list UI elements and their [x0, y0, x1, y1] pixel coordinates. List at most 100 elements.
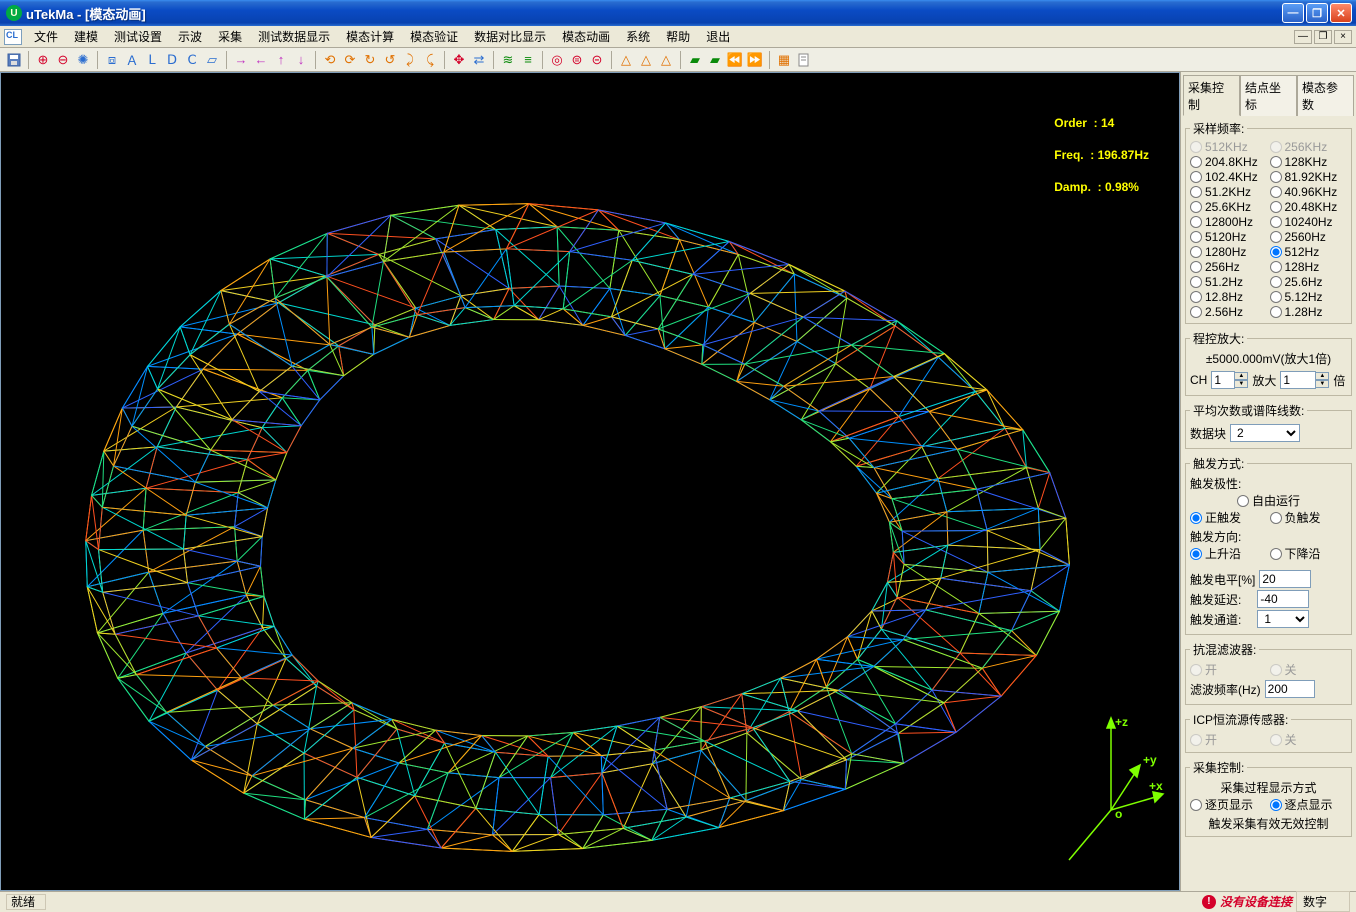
- radio-falling[interactable]: [1270, 548, 1282, 560]
- menu-file[interactable]: 文件: [26, 26, 66, 47]
- trigger-delay-input[interactable]: [1257, 590, 1309, 608]
- mdi-close-button[interactable]: ×: [1334, 30, 1352, 44]
- circle-2-icon[interactable]: ⊜: [567, 50, 587, 70]
- close-button[interactable]: ✕: [1330, 3, 1352, 23]
- forward-icon[interactable]: ⏩: [745, 50, 765, 70]
- radio-sample-rate[interactable]: 2.56Hz: [1190, 305, 1268, 319]
- radio-sample-rate[interactable]: 40.96KHz: [1270, 185, 1348, 199]
- rotate-3-icon[interactable]: ↻: [360, 50, 380, 70]
- save-icon[interactable]: [4, 50, 24, 70]
- tri-2-icon[interactable]: △: [636, 50, 656, 70]
- rewind-icon[interactable]: ⏪: [725, 50, 745, 70]
- radio-rising[interactable]: [1190, 548, 1202, 560]
- tool-4-icon[interactable]: Ⅾ: [162, 50, 182, 70]
- radio-free-run[interactable]: [1237, 495, 1249, 507]
- radio-neg-trigger[interactable]: [1270, 512, 1282, 524]
- spin-down-icon[interactable]: ▼: [1315, 380, 1329, 388]
- arrow-left-icon[interactable]: ←: [251, 50, 271, 70]
- radio-sample-rate[interactable]: 128Hz: [1270, 260, 1348, 274]
- rotate-2-icon[interactable]: ⟳: [340, 50, 360, 70]
- tool-3-icon[interactable]: Ⅼ: [142, 50, 162, 70]
- aa-freq-input[interactable]: [1265, 680, 1315, 698]
- rotate-1-icon[interactable]: ⟲: [320, 50, 340, 70]
- radio-sample-rate[interactable]: 51.2Hz: [1190, 275, 1268, 289]
- tri-1-icon[interactable]: △: [616, 50, 636, 70]
- radio-sample-rate[interactable]: 81.92KHz: [1270, 170, 1348, 184]
- trigger-level-input[interactable]: [1259, 570, 1311, 588]
- radio-sample-rate[interactable]: 25.6KHz: [1190, 200, 1268, 214]
- tool-6-icon[interactable]: ⏥: [202, 50, 222, 70]
- radio-sample-rate[interactable]: 512Hz: [1270, 245, 1348, 259]
- radio-pos-trigger[interactable]: [1190, 512, 1202, 524]
- mdi-restore-button[interactable]: ❐: [1314, 30, 1332, 44]
- play-prev-icon[interactable]: ▰: [685, 50, 705, 70]
- spin-down-icon[interactable]: ▼: [1234, 380, 1248, 388]
- tool-5-icon[interactable]: Ⅽ: [182, 50, 202, 70]
- tab-acquire-control[interactable]: 采集控制: [1183, 75, 1240, 116]
- lines-1-icon[interactable]: ≋: [498, 50, 518, 70]
- play-next-icon[interactable]: ▰: [705, 50, 725, 70]
- radio-sample-rate[interactable]: 25.6Hz: [1270, 275, 1348, 289]
- circle-3-icon[interactable]: ⊝: [587, 50, 607, 70]
- menu-oscilloscope[interactable]: 示波: [170, 26, 210, 47]
- zoom-fit-icon[interactable]: ✺: [73, 50, 93, 70]
- radio-page-disp[interactable]: [1190, 799, 1202, 811]
- menu-modal-verify[interactable]: 模态验证: [402, 26, 466, 47]
- radio-sample-rate[interactable]: 10240Hz: [1270, 215, 1348, 229]
- doc-new-icon[interactable]: [794, 50, 814, 70]
- tool-2-icon[interactable]: Ａ: [122, 50, 142, 70]
- radio-point-disp[interactable]: [1270, 799, 1282, 811]
- menu-model[interactable]: 建模: [66, 26, 106, 47]
- grid-icon[interactable]: ▦: [774, 50, 794, 70]
- trigger-chan-select[interactable]: 1: [1257, 610, 1309, 628]
- radio-sample-rate[interactable]: 51.2KHz: [1190, 185, 1268, 199]
- arrow-right-icon[interactable]: →: [231, 50, 251, 70]
- radio-sample-rate[interactable]: 256Hz: [1190, 260, 1268, 274]
- menu-modal-anim[interactable]: 模态动画: [554, 26, 618, 47]
- radio-sample-rate[interactable]: 5120Hz: [1190, 230, 1268, 244]
- tab-modal-params[interactable]: 模态参数: [1297, 75, 1354, 116]
- menu-test-data[interactable]: 测试数据显示: [250, 26, 338, 47]
- rotate-4-icon[interactable]: ↺: [380, 50, 400, 70]
- radio-sample-rate[interactable]: 128KHz: [1270, 155, 1348, 169]
- lines-2-icon[interactable]: ≡: [518, 50, 538, 70]
- maximize-button[interactable]: ❐: [1306, 3, 1328, 23]
- radio-sample-rate[interactable]: 1.28Hz: [1270, 305, 1348, 319]
- rotate-6-icon[interactable]: ⤹: [420, 50, 440, 70]
- spin-up-icon[interactable]: ▲: [1315, 372, 1329, 380]
- radio-sample-rate[interactable]: 1280Hz: [1190, 245, 1268, 259]
- tri-3-icon[interactable]: △: [656, 50, 676, 70]
- minimize-button[interactable]: —: [1282, 3, 1304, 23]
- radio-sample-rate[interactable]: 20.48KHz: [1270, 200, 1348, 214]
- zoom-out-icon[interactable]: ⊖: [53, 50, 73, 70]
- menu-help[interactable]: 帮助: [658, 26, 698, 47]
- viewport-3d[interactable]: Order : 14 Freq. : 196.87Hz Damp. : 0.98…: [0, 72, 1180, 891]
- mdi-minimize-button[interactable]: —: [1294, 30, 1312, 44]
- arrow-down-icon[interactable]: ↓: [291, 50, 311, 70]
- menu-exit[interactable]: 退出: [698, 26, 738, 47]
- spin-up-icon[interactable]: ▲: [1234, 372, 1248, 380]
- avg-select[interactable]: 2: [1230, 424, 1300, 442]
- move-icon[interactable]: ✥: [449, 50, 469, 70]
- move-2-icon[interactable]: ⇄: [469, 50, 489, 70]
- window-title: uTekMa - [模态动画]: [26, 4, 1280, 23]
- arrow-up-icon[interactable]: ↑: [271, 50, 291, 70]
- menu-acquire[interactable]: 采集: [210, 26, 250, 47]
- radio-sample-rate[interactable]: 5.12Hz: [1270, 290, 1348, 304]
- radio-sample-rate[interactable]: 204.8KHz: [1190, 155, 1268, 169]
- menu-system[interactable]: 系统: [618, 26, 658, 47]
- ch-input[interactable]: [1211, 371, 1235, 389]
- menu-modal-calc[interactable]: 模态计算: [338, 26, 402, 47]
- radio-sample-rate[interactable]: 12800Hz: [1190, 215, 1268, 229]
- rotate-5-icon[interactable]: ⤸: [400, 50, 420, 70]
- circle-1-icon[interactable]: ◎: [547, 50, 567, 70]
- zoom-in-icon[interactable]: ⊕: [33, 50, 53, 70]
- menu-compare[interactable]: 数据对比显示: [466, 26, 554, 47]
- tab-node-coords[interactable]: 结点坐标: [1240, 75, 1297, 116]
- menu-test-setup[interactable]: 测试设置: [106, 26, 170, 47]
- radio-sample-rate[interactable]: 2560Hz: [1270, 230, 1348, 244]
- radio-sample-rate[interactable]: 12.8Hz: [1190, 290, 1268, 304]
- gain-input[interactable]: [1280, 371, 1316, 389]
- tool-1-icon[interactable]: ⧈: [102, 50, 122, 70]
- radio-sample-rate[interactable]: 102.4KHz: [1190, 170, 1268, 184]
